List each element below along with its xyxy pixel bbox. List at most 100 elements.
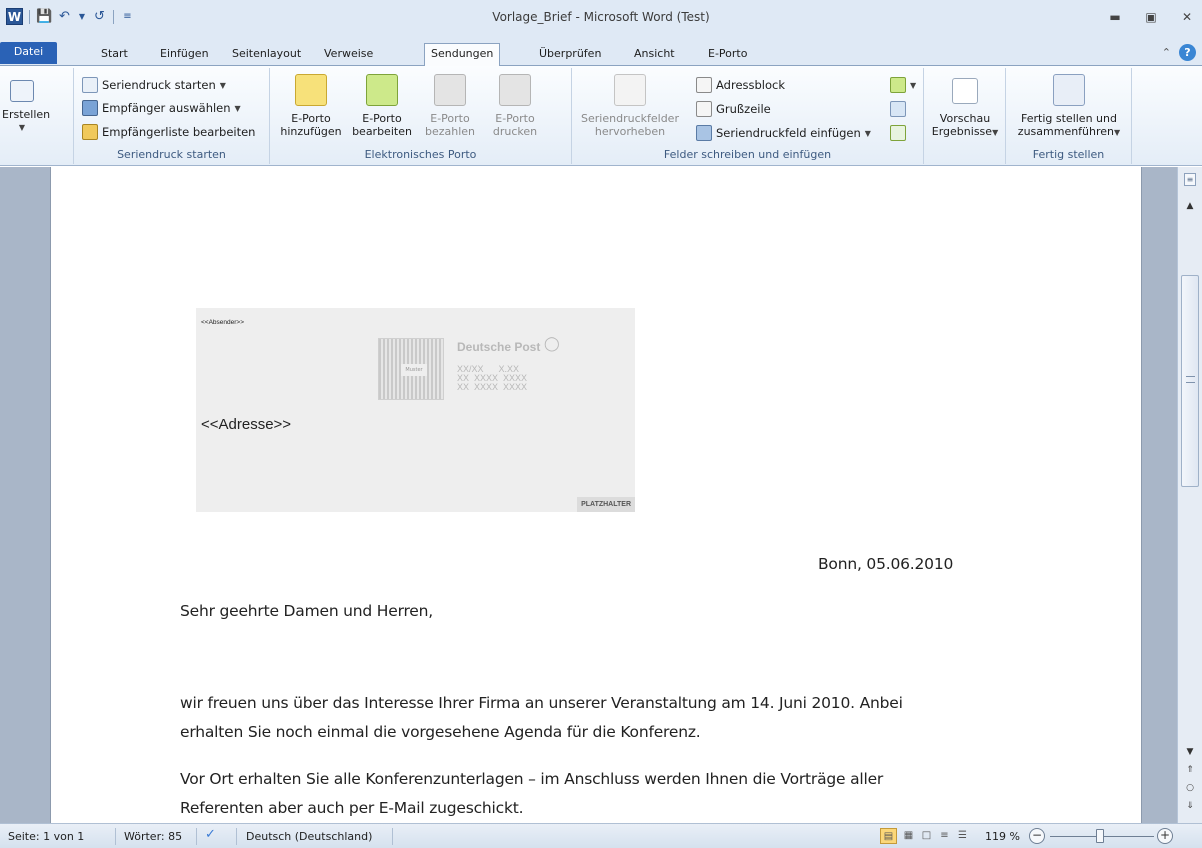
adressblock-button[interactable]: Adressblock [696, 76, 785, 94]
envelope-icon [10, 80, 34, 102]
grip-icon [1186, 376, 1195, 383]
envelope-window: <<Absender>> Muster Deutsche Post ◯ XX/X… [196, 308, 635, 512]
tab-verweise[interactable]: Verweise [318, 46, 379, 66]
proofing-icon[interactable]: ✓ [205, 827, 216, 842]
group-label: Seriendruck starten [117, 148, 226, 161]
vorschau-ergebnisse-button[interactable]: Vorschau Ergebnisse▼ [928, 70, 1002, 139]
scroll-up-icon[interactable]: ▲ [1183, 201, 1197, 211]
status-separator [392, 828, 393, 845]
window-controls: ▬ ▣ ✕ [1108, 10, 1194, 24]
maximize-icon[interactable]: ▣ [1144, 10, 1158, 24]
tab-einfuegen[interactable]: Einfügen [154, 46, 215, 66]
zoom-slider-thumb[interactable] [1096, 829, 1104, 843]
tab-datei[interactable]: Datei [0, 42, 57, 64]
chevron-down-icon: ▼ [234, 103, 241, 113]
fertig-stellen-button[interactable]: Fertig stellen und zusammenführen▼ [1010, 70, 1128, 139]
document-area[interactable]: <<Absender>> Muster Deutsche Post ◯ XX/X… [0, 167, 1177, 823]
zoom-in-icon[interactable]: + [1157, 828, 1173, 844]
salutation: Sehr geehrte Damen und Herren, [180, 602, 433, 620]
browse-object-icon[interactable]: ○ [1183, 783, 1197, 793]
status-separator [115, 828, 116, 845]
tab-sendungen[interactable]: Sendungen [424, 43, 501, 67]
document-page[interactable]: <<Absender>> Muster Deutsche Post ◯ XX/X… [50, 167, 1142, 823]
group-elektronisches-porto: E-Porto hinzufügen E-Porto bearbeiten E-… [270, 68, 572, 164]
etiketten-aktualisieren-button[interactable] [890, 124, 906, 142]
empfaengerliste-bearbeiten-button[interactable]: Empfängerliste bearbeiten [82, 123, 255, 141]
seriendruck-starten-button[interactable]: Seriendruck starten ▼ [82, 76, 226, 94]
outline-icon[interactable]: ≡ [936, 828, 953, 844]
ribbon-right-controls: ⌃ ? [1162, 44, 1196, 61]
e-porto-drucken-button[interactable]: E-Porto drucken [486, 70, 544, 138]
full-screen-reading-icon[interactable]: ▦ [900, 828, 917, 844]
match-fields-icon [890, 101, 906, 117]
seriendruckfelder-hervorheben-button[interactable]: Seriendruckfelder hervorheben [572, 70, 688, 138]
paragraph-2-line-2: Referenten aber auch per E-Mail zugeschi… [180, 799, 524, 817]
chevron-down-icon: ▼ [992, 128, 999, 137]
tab-seitenlayout[interactable]: Seitenlayout [226, 46, 307, 66]
zoom-level[interactable]: 119 % [985, 830, 1020, 843]
recipients-icon [82, 100, 98, 116]
ruler-toggle-icon[interactable]: ≡ [1184, 173, 1196, 186]
tab-start[interactable]: Start [95, 46, 134, 66]
grusszeile-button[interactable]: Grußzeile [696, 100, 771, 118]
next-page-icon[interactable]: ⇓ [1183, 801, 1197, 811]
chevron-down-icon: ▼ [1114, 128, 1121, 137]
add-stamp-icon [295, 74, 327, 106]
adresse-field[interactable]: <<Adresse>> [201, 416, 291, 433]
seriendruckfeld-einfuegen-button[interactable]: Seriendruckfeld einfügen ▼ [696, 124, 871, 142]
print-stamp-icon [499, 74, 531, 106]
empfaenger-auswaehlen-button[interactable]: Empfänger auswählen ▼ [82, 99, 241, 117]
pay-stamp-icon [434, 74, 466, 106]
ribbon: Erstellen ▼ Seriendruck starten ▼ Empfän… [0, 66, 1202, 166]
e-porto-bezahlen-button[interactable]: E-Porto bezahlen [420, 70, 480, 138]
erstellen-button[interactable]: Erstellen ▼ [2, 70, 50, 134]
group-vorschau: Vorschau Ergebnisse▼ [924, 68, 1006, 164]
chevron-down-icon: ▼ [219, 80, 226, 90]
address-block-icon [696, 77, 712, 93]
post-horn-icon: ◯ [544, 336, 560, 352]
chevron-down-icon: ▼ [18, 123, 26, 132]
group-seriendruck-starten: Seriendruck starten ▼ Empfänger auswähle… [74, 68, 270, 164]
tab-ansicht[interactable]: Ansicht [628, 46, 681, 66]
insert-field-icon [696, 125, 712, 141]
chevron-down-icon: ▼ [910, 80, 917, 90]
document-icon [82, 77, 98, 93]
minimize-ribbon-icon[interactable]: ⌃ [1162, 46, 1171, 59]
felder-zuordnen-button[interactable] [890, 100, 906, 118]
minimize-icon[interactable]: ▬ [1108, 10, 1122, 24]
highlight-fields-icon [614, 74, 646, 106]
web-layout-icon[interactable]: □ [918, 828, 935, 844]
word-count[interactable]: Wörter: 85 [124, 830, 182, 843]
group-label: Elektronisches Porto [364, 148, 477, 161]
e-porto-hinzufuegen-button[interactable]: E-Porto hinzufügen [278, 70, 344, 138]
update-labels-icon [890, 125, 906, 141]
tab-ueberpruefen[interactable]: Überprüfen [533, 46, 607, 66]
zoom-out-icon[interactable]: − [1029, 828, 1045, 844]
group-fertig-stellen: Fertig stellen und zusammenführen▼ Ferti… [1006, 68, 1132, 164]
previous-page-icon[interactable]: ⇑ [1183, 765, 1197, 775]
tab-e-porto[interactable]: E-Porto [702, 46, 753, 66]
date-line: Bonn, 05.06.2010 [818, 555, 954, 573]
scroll-down-icon[interactable]: ▼ [1183, 747, 1197, 757]
close-icon[interactable]: ✕ [1180, 10, 1194, 24]
greeting-line-icon [696, 101, 712, 117]
page-count[interactable]: Seite: 1 von 1 [8, 830, 84, 843]
e-porto-bearbeiten-button[interactable]: E-Porto bearbeiten [350, 70, 414, 138]
paragraph-1-line-1: wir freuen uns über das Interesse Ihrer … [180, 694, 903, 712]
postage-code-image: Muster [378, 338, 444, 400]
scrollbar-thumb[interactable] [1181, 275, 1199, 487]
print-layout-icon[interactable]: ▤ [880, 828, 897, 844]
chevron-down-icon: ▼ [864, 128, 871, 138]
group-erstellen: Erstellen ▼ [0, 68, 74, 164]
preview-abc-icon [952, 78, 978, 104]
status-separator [236, 828, 237, 845]
help-icon[interactable]: ? [1179, 44, 1196, 61]
group-felder-schreiben: Seriendruckfelder hervorheben Adressbloc… [572, 68, 924, 164]
language-indicator[interactable]: Deutsch (Deutschland) [246, 830, 372, 843]
absender-field[interactable]: <<Absender>> [201, 319, 244, 326]
finish-merge-icon [1053, 74, 1085, 106]
regeln-button[interactable]: ▼ [890, 76, 916, 94]
vertical-scrollbar[interactable]: ≡ ▲ ▼ ⇑ ○ ⇓ [1177, 167, 1202, 823]
draft-icon[interactable]: ☰ [954, 828, 971, 844]
ribbon-tabs: Datei Start Einfügen Seitenlayout Verwei… [0, 40, 1202, 67]
